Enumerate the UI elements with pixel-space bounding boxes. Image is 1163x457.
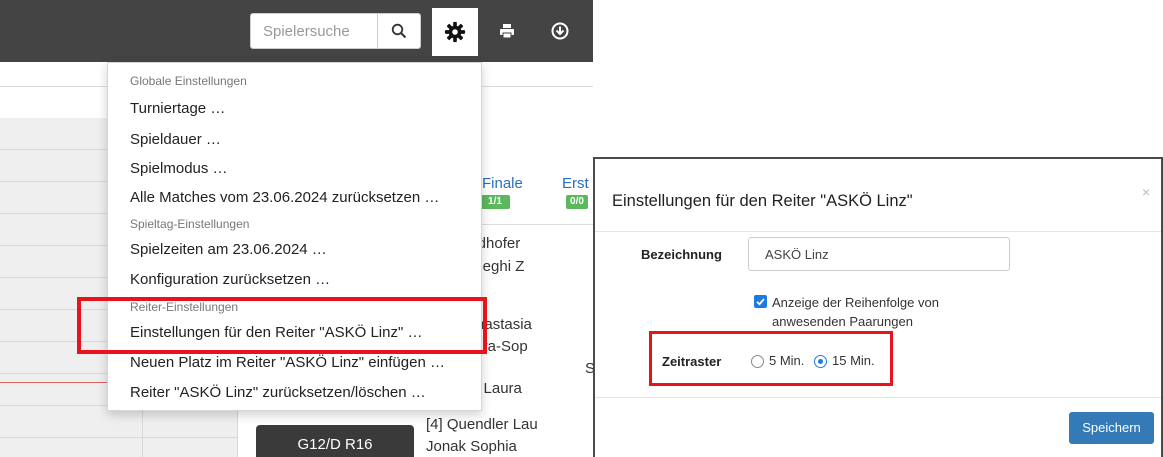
- divider: [595, 231, 1161, 232]
- download-button[interactable]: [543, 14, 577, 48]
- checkmark-icon: [756, 298, 765, 306]
- menu-section-global: Globale Einstellungen: [130, 74, 247, 88]
- menu-item-spieldauer[interactable]: Spieldauer …: [130, 131, 221, 148]
- match-button[interactable]: G12/D R16: [256, 425, 414, 457]
- search-icon: [391, 23, 407, 39]
- highlight-box: [649, 331, 893, 386]
- player-name: [4] Quendler Lau: [426, 416, 538, 433]
- player-name: S: [585, 360, 593, 377]
- reiter-settings-dialog: Einstellungen für den Reiter "ASKÖ Linz"…: [595, 159, 1161, 457]
- dialog-title: Einstellungen für den Reiter "ASKÖ Linz": [612, 192, 913, 210]
- player-search-input[interactable]: [251, 14, 377, 48]
- player-name: Jonak Sophia: [426, 438, 517, 455]
- settings-dropdown-menu: Globale Einstellungen Turniertage … Spie…: [107, 62, 482, 411]
- menu-item-spielzeiten[interactable]: Spielzeiten am 23.06.2024 …: [130, 241, 327, 258]
- menu-item-reset-matches[interactable]: Alle Matches vom 23.06.2024 zurücksetzen…: [130, 189, 439, 206]
- round-link-finale[interactable]: Finale: [482, 175, 523, 192]
- round-badge: 0/0: [566, 195, 588, 209]
- menu-item-turniertage[interactable]: Turniertage …: [130, 100, 225, 117]
- settings-button[interactable]: [432, 8, 478, 56]
- bezeichnung-label: Bezeichnung: [641, 247, 722, 262]
- bezeichnung-input[interactable]: [749, 238, 1009, 270]
- menu-item-reiter-reset[interactable]: Reiter "ASKÖ Linz" zurücksetzen/löschen …: [130, 384, 426, 401]
- app-window: Finale 1/1 Erst 0/0 nidhofer eneghi Z An…: [0, 0, 593, 457]
- print-button[interactable]: [490, 14, 524, 48]
- menu-item-neuer-platz[interactable]: Neuen Platz im Reiter "ASKÖ Linz" einfüg…: [130, 354, 445, 371]
- top-navbar: [0, 0, 593, 62]
- menu-section-spieltag: Spieltag-Einstellungen: [130, 217, 250, 231]
- round-link-erst[interactable]: Erst: [562, 175, 589, 192]
- round-badge: 1/1: [480, 195, 510, 209]
- order-display-label: Anzeige der Reihenfolge von anwesenden P…: [772, 295, 939, 329]
- menu-item-reset-config[interactable]: Konfiguration zurücksetzen …: [130, 271, 330, 288]
- download-icon: [551, 22, 569, 40]
- search-button[interactable]: [377, 13, 421, 49]
- save-button[interactable]: Speichern: [1069, 412, 1154, 444]
- player-search-field[interactable]: [250, 13, 378, 49]
- gear-icon: [444, 21, 466, 43]
- order-display-checkbox[interactable]: [754, 295, 767, 308]
- print-icon: [500, 24, 514, 39]
- menu-item-spielmodus[interactable]: Spielmodus …: [130, 160, 228, 177]
- dialog-backdrop: Einstellungen für den Reiter "ASKÖ Linz"…: [593, 157, 1163, 457]
- bezeichnung-field[interactable]: [748, 237, 1010, 271]
- divider: [595, 397, 1161, 398]
- highlight-box: [77, 297, 487, 354]
- close-button[interactable]: ×: [1142, 184, 1150, 200]
